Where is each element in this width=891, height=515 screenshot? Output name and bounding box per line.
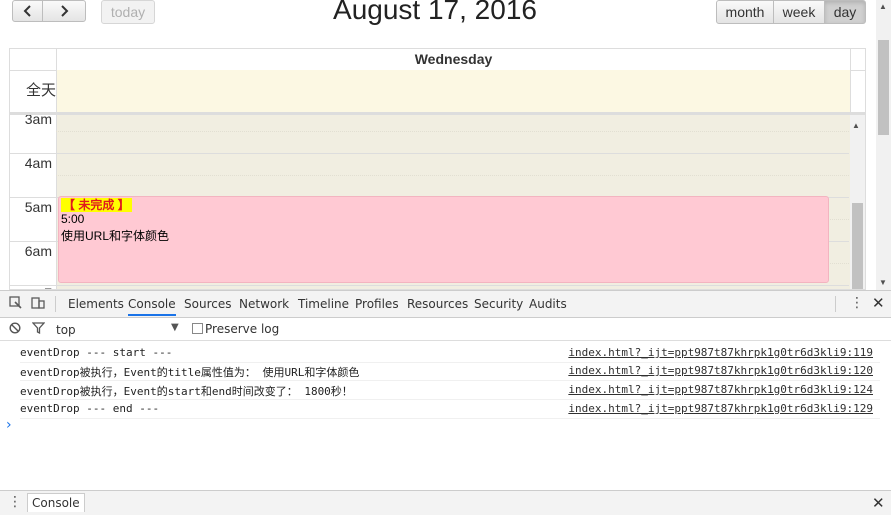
event-title: 使用URL和字体颜色: [61, 229, 170, 243]
time-label-3am: 3am: [24, 115, 52, 127]
chevron-right-icon: [61, 5, 69, 17]
filter-icon[interactable]: [31, 322, 46, 337]
tab-resources[interactable]: Resources: [407, 297, 468, 311]
toolbar-divider: [835, 296, 836, 312]
tab-network[interactable]: Network: [239, 297, 289, 311]
allday-label: 全天: [25, 82, 56, 99]
console-message-text: eventDrop --- start ---: [20, 346, 173, 359]
console-message: eventDrop被执行，Event的title属性值为： 使用URL和字体颜色…: [20, 362, 880, 381]
more-menu-icon[interactable]: ⋮: [850, 295, 864, 311]
console-source-link[interactable]: index.html?_ijt=ppt987t87khrpk1g0tr6d3kl…: [568, 383, 873, 396]
drawer-tab-console[interactable]: Console: [27, 493, 85, 512]
console-message-text: eventDrop被执行，Event的start和end时间改变了： 1800秒…: [20, 385, 353, 398]
device-mode-icon[interactable]: [31, 296, 45, 313]
console-filter-bar: top ▼ Preserve log: [0, 318, 891, 341]
console-message-text: eventDrop --- end ---: [20, 402, 160, 415]
console-message: eventDrop --- start --- index.html?_ijt=…: [20, 344, 880, 363]
inspect-element-icon[interactable]: [9, 296, 22, 313]
prev-button[interactable]: [12, 0, 43, 22]
allday-cell[interactable]: [56, 70, 851, 112]
tab-security[interactable]: Security: [474, 297, 523, 311]
close-icon[interactable]: ✕: [872, 294, 885, 312]
next-button[interactable]: [42, 0, 86, 22]
console-prompt-icon[interactable]: ›: [6, 417, 12, 433]
view-day-button[interactable]: day: [824, 0, 866, 24]
scroll-up-icon[interactable]: ▲: [852, 121, 860, 130]
console-source-link[interactable]: index.html?_ijt=ppt987t87khrpk1g0tr6d3kl…: [568, 346, 873, 359]
preserve-log-label: Preserve log: [205, 322, 280, 336]
today-button[interactable]: today: [101, 0, 155, 24]
time-grid-scrollbar[interactable]: ▲: [850, 115, 865, 289]
console-message: eventDrop被执行，Event的start和end时间改变了： 1800秒…: [20, 381, 880, 400]
tab-elements[interactable]: Elements: [68, 297, 124, 311]
clear-console-icon[interactable]: [9, 322, 21, 337]
tab-sources[interactable]: Sources: [184, 297, 231, 311]
console-source-link[interactable]: index.html?_ijt=ppt987t87khrpk1g0tr6d3kl…: [568, 364, 873, 377]
time-label-4am: 4am: [24, 155, 52, 171]
tab-timeline[interactable]: Timeline: [298, 297, 349, 311]
drawer-menu-icon[interactable]: ⋮: [8, 494, 22, 510]
page-title: August 17, 2016: [333, 0, 537, 25]
hour-line: [10, 285, 849, 286]
time-grid: 3am 4am 5am 6am 7 【 未完成 】 5:00 使用URL和字体颜…: [10, 115, 865, 289]
header-row: Wednesday: [10, 49, 865, 71]
scroll-down-icon[interactable]: ▼: [879, 278, 887, 287]
scroll-up-icon[interactable]: ▲: [879, 2, 887, 11]
tab-profiles[interactable]: Profiles: [355, 297, 399, 311]
console-message-text: eventDrop被执行，Event的title属性值为： 使用URL和字体颜色: [20, 366, 360, 379]
half-hour-line: [56, 131, 849, 132]
chevron-down-icon[interactable]: ▼: [171, 322, 179, 333]
scrollbar-thumb[interactable]: [878, 40, 889, 135]
page-scrollbar[interactable]: ▲ ▼: [876, 0, 891, 290]
tab-audits[interactable]: Audits: [529, 297, 567, 311]
hour-line: [10, 153, 849, 154]
view-month-button[interactable]: month: [716, 0, 774, 24]
half-hour-line: [56, 175, 849, 176]
day-header: Wednesday: [56, 49, 851, 70]
devtools-tab-bar: Elements Console Sources Network Timelin…: [0, 291, 891, 318]
calendar-grid: Wednesday 全天 3am 4am 5am 6am 7 【 未完成 】 5…: [9, 48, 866, 290]
console-message: eventDrop --- end --- index.html?_ijt=pp…: [20, 400, 880, 419]
scrollbar-thumb[interactable]: [852, 203, 863, 289]
console-source-link[interactable]: index.html?_ijt=ppt987t87khrpk1g0tr6d3kl…: [568, 402, 873, 415]
tab-console[interactable]: Console: [128, 297, 176, 316]
toolbar-divider: [55, 296, 56, 312]
event-status-badge: 【 未完成 】: [61, 198, 132, 212]
chevron-left-icon: [23, 5, 31, 17]
close-icon[interactable]: ✕: [872, 494, 885, 512]
event-time: 5:00: [61, 212, 85, 226]
time-label-6am: 6am: [24, 243, 52, 259]
view-week-button[interactable]: week: [773, 0, 825, 24]
calendar-event[interactable]: 【 未完成 】 5:00 使用URL和字体颜色: [58, 196, 829, 283]
time-label-5am: 5am: [24, 199, 52, 215]
context-selector[interactable]: top: [56, 323, 76, 337]
console-drawer: ⋮ Console ✕: [0, 490, 891, 515]
devtools-panel: Elements Console Sources Network Timelin…: [0, 290, 891, 515]
allday-row: 全天: [10, 70, 865, 115]
preserve-log-checkbox[interactable]: [192, 323, 203, 334]
